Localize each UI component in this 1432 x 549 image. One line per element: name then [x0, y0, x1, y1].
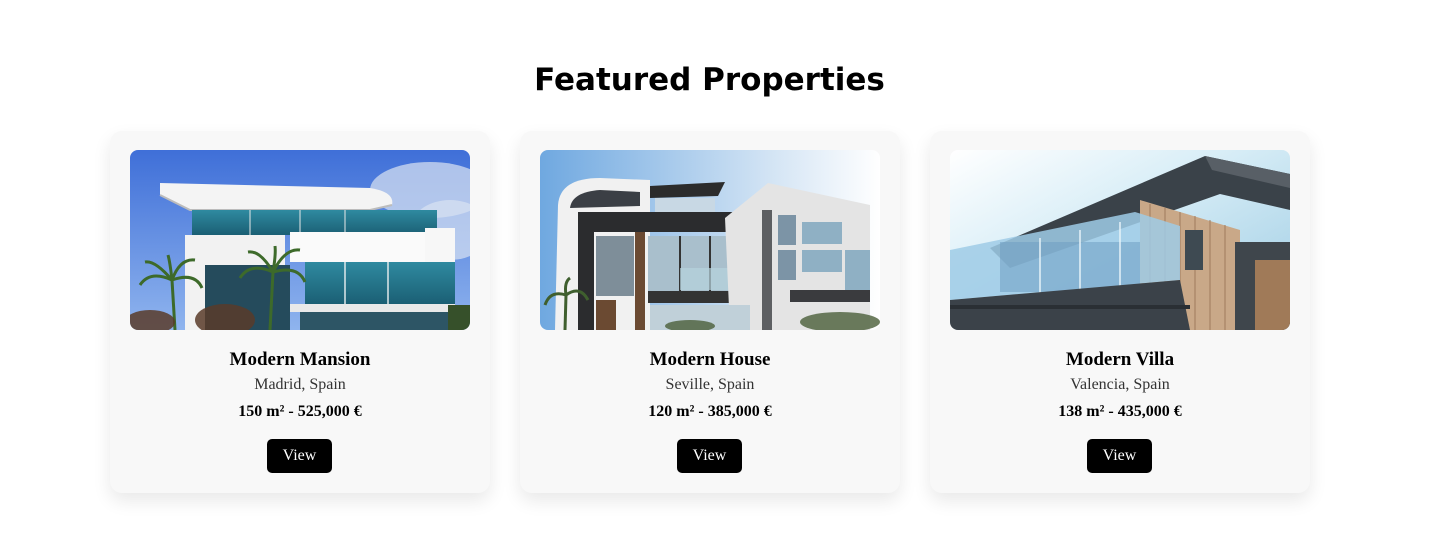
view-button[interactable]: View	[677, 439, 742, 473]
property-name: Modern Villa	[1065, 349, 1175, 370]
property-location: Seville, Spain	[665, 376, 755, 393]
property-name: Modern Mansion	[229, 349, 371, 370]
property-size-price: 120 m² - 385,000 €	[648, 403, 772, 420]
property-card: Modern Mansion Madrid, Spain 150 m² - 52…	[110, 131, 490, 493]
property-photo-modern-mansion	[130, 150, 470, 330]
property-card: Modern House Seville, Spain 120 m² - 385…	[520, 131, 900, 493]
property-size-price: 138 m² - 435,000 €	[1058, 403, 1182, 420]
property-location: Madrid, Spain	[254, 376, 346, 393]
section-title: Featured Properties	[534, 62, 885, 98]
property-list: Modern Mansion Madrid, Spain 150 m² - 52…	[110, 131, 1310, 493]
view-button[interactable]: View	[1087, 439, 1152, 473]
view-button[interactable]: View	[267, 439, 332, 473]
property-photo-modern-house	[540, 150, 880, 330]
property-location: Valencia, Spain	[1070, 376, 1170, 393]
property-name: Modern House	[649, 349, 771, 370]
property-photo-modern-villa	[950, 150, 1290, 330]
property-card: Modern Villa Valencia, Spain 138 m² - 43…	[930, 131, 1310, 493]
property-size-price: 150 m² - 525,000 €	[238, 403, 362, 420]
